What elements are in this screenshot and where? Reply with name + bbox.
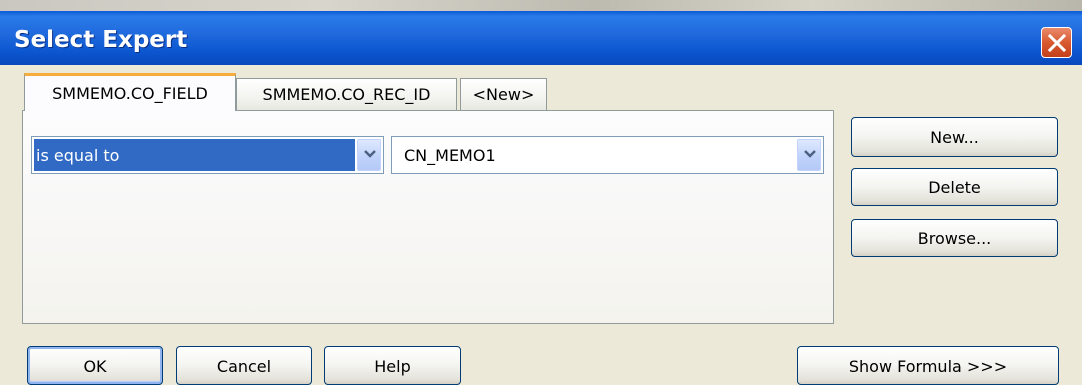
value-text: CN_MEMO1	[404, 146, 496, 165]
value-dropdown-button[interactable]	[797, 139, 821, 171]
close-icon	[1048, 34, 1066, 52]
show-formula-button[interactable]: Show Formula >>>	[797, 346, 1059, 385]
new-button-label: New...	[930, 128, 979, 147]
tab-smmemo-co-field[interactable]: SMMEMO.CO_FIELD	[24, 73, 236, 111]
help-button-label: Help	[374, 357, 411, 376]
browse-button-label: Browse...	[917, 229, 992, 248]
ok-button[interactable]: OK	[27, 346, 163, 385]
operator-dropdown-button[interactable]	[357, 139, 381, 171]
browse-button[interactable]: Browse...	[851, 219, 1058, 257]
new-button[interactable]: New...	[851, 117, 1058, 157]
tab-new[interactable]: <New>	[460, 78, 547, 110]
cancel-button-label: Cancel	[216, 357, 272, 376]
window-title: Select Expert	[14, 27, 188, 53]
delete-button-label: Delete	[928, 178, 981, 197]
title-bar[interactable]: Select Expert	[0, 11, 1082, 65]
tab-label: SMMEMO.CO_REC_ID	[262, 85, 431, 104]
operator-value: is equal to	[36, 146, 120, 165]
criteria-panel: is equal to CN_MEMO1	[22, 110, 834, 324]
tab-label: <New>	[472, 85, 535, 104]
show-formula-button-label: Show Formula >>>	[848, 357, 1008, 376]
operator-dropdown[interactable]: is equal to	[31, 136, 384, 174]
chevron-down-icon	[364, 150, 376, 158]
background-app-strip	[0, 0, 1082, 11]
close-button[interactable]	[1041, 27, 1072, 58]
ok-button-label: OK	[83, 357, 107, 376]
value-dropdown[interactable]: CN_MEMO1	[391, 136, 824, 174]
chevron-down-icon	[804, 150, 816, 158]
tab-label: SMMEMO.CO_FIELD	[52, 84, 208, 103]
select-expert-dialog: Select Expert SMMEMO.CO_FIELD SMMEMO.CO_…	[0, 0, 1082, 385]
tab-smmemo-co-rec-id[interactable]: SMMEMO.CO_REC_ID	[236, 78, 457, 110]
help-button[interactable]: Help	[324, 346, 461, 385]
cancel-button[interactable]: Cancel	[176, 346, 312, 385]
delete-button[interactable]: Delete	[851, 168, 1058, 206]
